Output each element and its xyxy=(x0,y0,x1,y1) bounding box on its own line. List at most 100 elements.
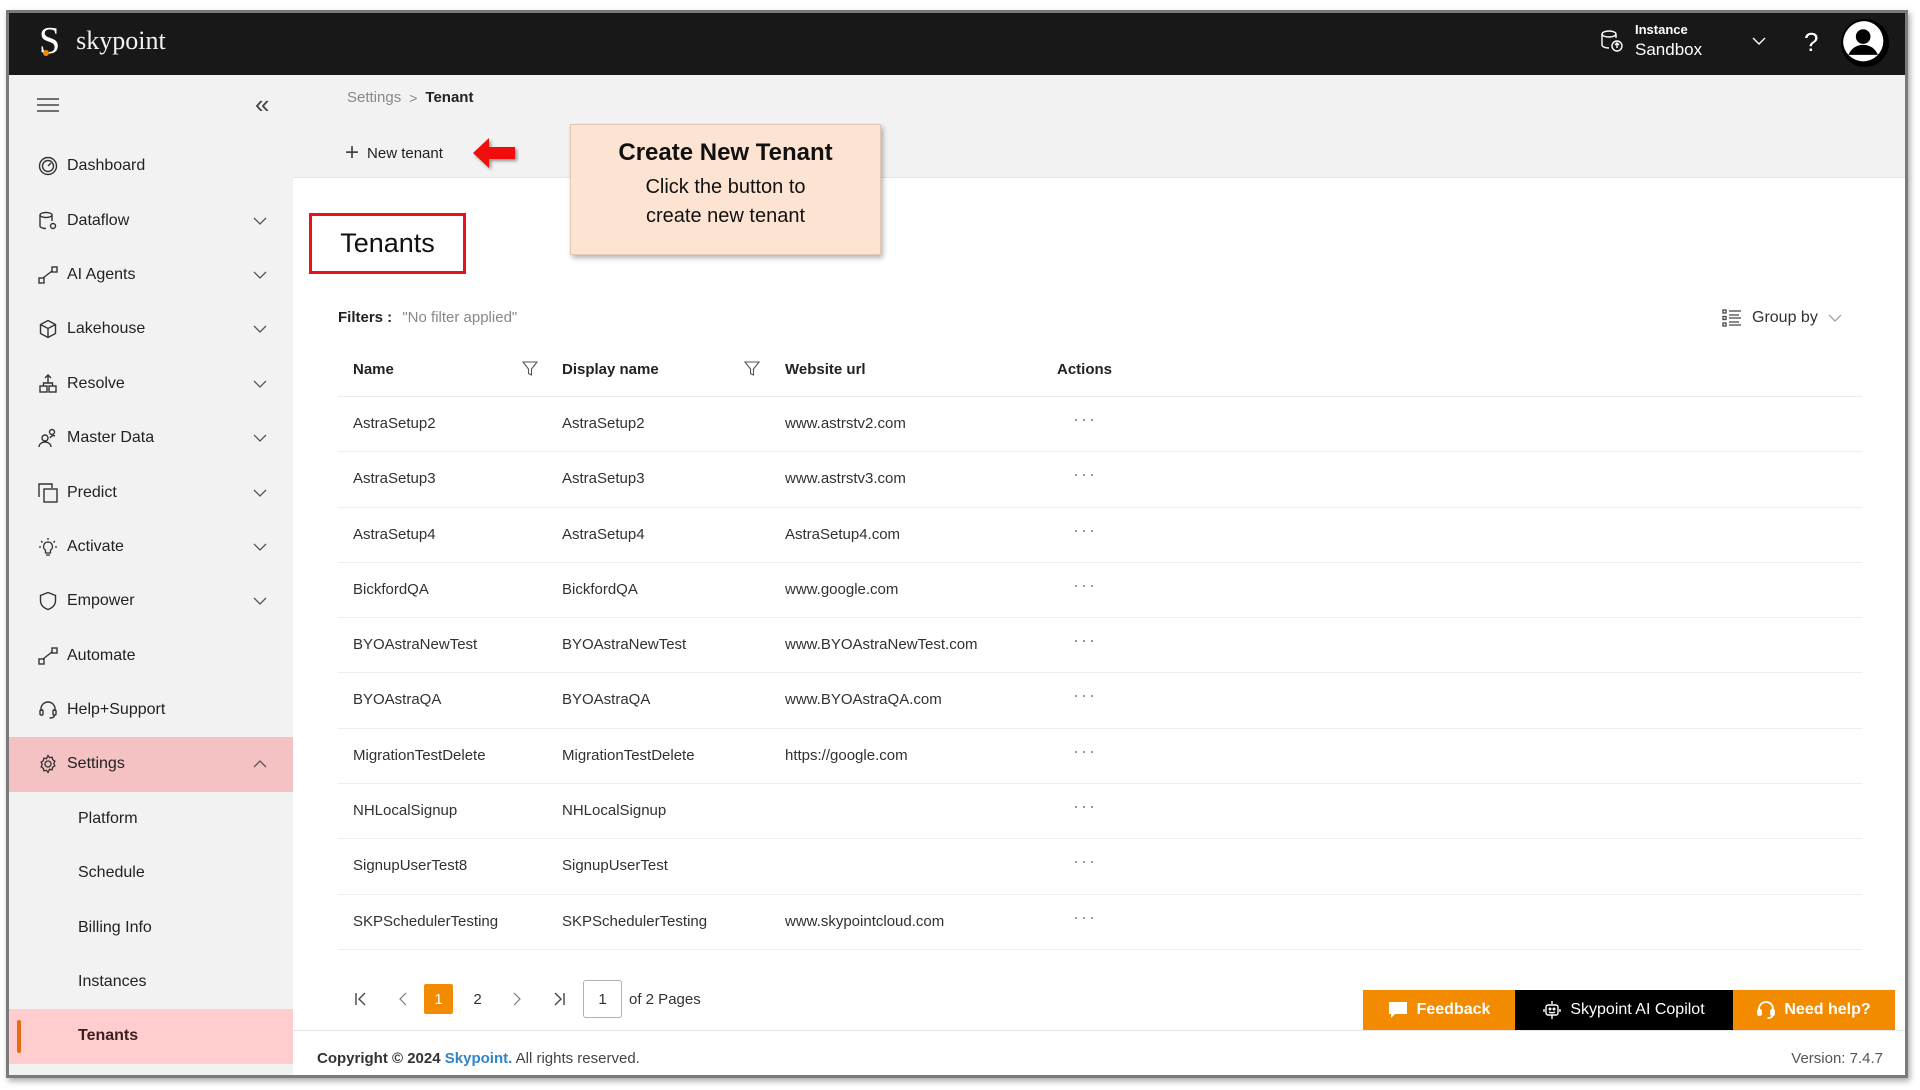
page-number-input[interactable]: 1 xyxy=(583,980,622,1018)
brand-name: skypoint xyxy=(76,26,166,55)
cell-name: BYOAstraQA xyxy=(353,691,442,709)
row-actions-menu-icon[interactable]: ··· xyxy=(1073,575,1097,596)
cell-display-name: SKPSchedulerTesting xyxy=(562,912,708,930)
row-actions-menu-icon[interactable]: ··· xyxy=(1073,409,1097,430)
sidebar-item-ai-agents[interactable]: AI Agents xyxy=(9,248,293,302)
sidebar: « Dashboard Dataflow AI Agents Lakehouse xyxy=(9,75,293,1075)
first-page-icon[interactable] xyxy=(345,984,377,1014)
row-actions-menu-icon[interactable]: ··· xyxy=(1073,907,1097,928)
cell-name: SKPSchedulerTesting xyxy=(353,912,499,930)
callout-title: Create New Tenant xyxy=(618,139,833,166)
cell-display-name: BYOAstraNewTest xyxy=(562,636,687,654)
chevron-down-icon[interactable] xyxy=(1749,31,1769,51)
table-row[interactable]: NHLocalSignup NHLocalSignup ··· xyxy=(338,784,1862,840)
filter-icon[interactable] xyxy=(744,361,760,377)
sidebar-subitem-platform[interactable]: Platform xyxy=(9,792,293,846)
callout-line-1: Click the button to xyxy=(645,176,806,198)
sidebar-item-label: Automate xyxy=(67,646,136,664)
previous-page-icon[interactable] xyxy=(387,984,419,1014)
filter-icon[interactable] xyxy=(522,361,538,377)
chevron-down-icon xyxy=(253,325,267,334)
chevron-down-icon xyxy=(253,271,267,279)
chevron-down-icon xyxy=(253,217,267,225)
instance-selector[interactable]: Instance Sandbox xyxy=(1599,21,1702,61)
pagination: 1 2 1 of 2 Pages xyxy=(345,980,701,1018)
sidebar-subitem-schedule[interactable]: Schedule xyxy=(9,846,293,900)
cell-website-url: www.google.com xyxy=(785,580,899,598)
sidebar-item-lakehouse[interactable]: Lakehouse xyxy=(9,302,293,356)
row-actions-menu-icon[interactable]: ··· xyxy=(1073,851,1097,872)
sidebar-item-dashboard[interactable]: Dashboard xyxy=(9,139,293,193)
hamburger-menu-icon[interactable] xyxy=(37,97,59,113)
collapse-sidebar-icon[interactable]: « xyxy=(255,89,269,120)
feedback-button[interactable]: Feedback xyxy=(1363,990,1515,1030)
dataflow-database-icon xyxy=(37,210,59,232)
chevron-down-icon xyxy=(253,434,267,443)
sidebar-item-label: Dashboard xyxy=(67,157,146,175)
sidebar-item-automate[interactable]: Automate xyxy=(9,629,293,683)
sidebar-subitem-instances[interactable]: Instances xyxy=(9,955,293,1009)
sidebar-item-help-support[interactable]: Help+Support xyxy=(9,683,293,737)
help-icon[interactable]: ? xyxy=(1804,27,1818,58)
table-row[interactable]: AstraSetup4 AstraSetup4 AstraSetup4.com ··· xyxy=(338,508,1862,563)
table-row[interactable]: BYOAstraNewTest BYOAstraNewTest www.BYOAst… xyxy=(338,618,1862,674)
table-row[interactable]: AstraSetup2 AstraSetup2 www.astrstv2.com ··… xyxy=(338,397,1862,453)
skypoint-link[interactable]: Skypoint. xyxy=(445,1050,513,1067)
sidebar-item-resolve[interactable]: Resolve xyxy=(9,357,293,411)
sidebar-item-master-data[interactable]: Master Data xyxy=(9,411,293,465)
user-avatar[interactable] xyxy=(1841,19,1889,67)
need-help-button[interactable]: Need help? xyxy=(1733,990,1895,1030)
group-list-icon xyxy=(1722,309,1741,327)
tenants-table: Name Display name Website url Actions As… xyxy=(338,341,1862,950)
sidebar-item-activate[interactable]: Activate xyxy=(9,520,293,574)
sidebar-subitem-label: Platform xyxy=(78,809,138,827)
row-actions-menu-icon[interactable]: ··· xyxy=(1073,685,1097,706)
next-page-icon[interactable] xyxy=(501,984,533,1014)
table-row[interactable]: MigrationTestDelete MigrationTestDelete ht… xyxy=(338,729,1862,785)
page-button-1[interactable]: 1 xyxy=(424,984,453,1014)
resolve-hierarchy-icon xyxy=(37,373,59,395)
breadcrumb: Settings > Tenant xyxy=(347,89,473,106)
table-row[interactable]: AstraSetup3 AstraSetup3 www.astrstv3.com ··… xyxy=(338,452,1862,508)
sidebar-subitem-label: Billing Info xyxy=(78,918,152,936)
cell-website-url: www.astrstv2.com xyxy=(785,415,906,432)
new-tenant-button[interactable]: + New tenant xyxy=(345,141,443,165)
group-by-label: Group by xyxy=(1752,309,1818,326)
group-by-dropdown[interactable]: Group by xyxy=(1722,308,1842,328)
user-icon xyxy=(1843,21,1884,62)
sidebar-item-empower[interactable]: Empower xyxy=(9,574,293,628)
cell-display-name: BYOAstraQA xyxy=(562,691,651,709)
column-header-name[interactable]: Name xyxy=(353,361,394,378)
robot-icon xyxy=(1543,1001,1562,1019)
breadcrumb-settings-link[interactable]: Settings xyxy=(347,89,401,106)
logo[interactable]: S skypoint xyxy=(39,21,166,61)
table-row[interactable]: BYOAstraQA BYOAstraQA www.BYOAstraQA.com ··… xyxy=(338,673,1862,729)
table-row[interactable]: BickfordQA BickfordQA www.google.com ··· xyxy=(338,563,1862,619)
table-row[interactable]: SKPSchedulerTesting SKPSchedulerTesting ww… xyxy=(338,895,1862,950)
sidebar-item-settings[interactable]: Settings xyxy=(9,737,293,792)
page-button-2[interactable]: 2 xyxy=(463,984,492,1014)
sidebar-subitem-label: Schedule xyxy=(78,864,145,882)
table-row[interactable]: SignupUserTest8 SignupUserTest ··· xyxy=(338,839,1862,895)
cell-name: NHLocalSignup xyxy=(353,802,458,820)
sidebar-item-predict[interactable]: Predict xyxy=(9,465,293,519)
row-actions-menu-icon[interactable]: ··· xyxy=(1073,796,1097,817)
row-actions-menu-icon[interactable]: ··· xyxy=(1073,464,1097,485)
row-actions-menu-icon[interactable]: ··· xyxy=(1073,741,1097,762)
sidebar-item-label: Master Data xyxy=(67,429,155,447)
column-header-display-name[interactable]: Display name xyxy=(562,361,659,378)
sidebar-subitem-tenants[interactable]: Tenants xyxy=(9,1009,293,1064)
ai-copilot-button[interactable]: Skypoint AI Copilot xyxy=(1515,990,1733,1030)
cell-website-url: AstraSetup4.com xyxy=(785,525,901,543)
table-header: Name Display name Website url Actions xyxy=(338,341,1862,397)
column-header-website-url[interactable]: Website url xyxy=(785,361,866,378)
automate-flow-icon xyxy=(37,645,59,667)
master-data-people-icon xyxy=(37,427,59,449)
row-actions-menu-icon[interactable]: ··· xyxy=(1073,520,1097,541)
sidebar-item-dataflow[interactable]: Dataflow xyxy=(9,193,293,247)
cell-name: BickfordQA xyxy=(353,580,429,598)
sidebar-subitem-billing-info[interactable]: Billing Info xyxy=(9,900,293,954)
row-actions-menu-icon[interactable]: ··· xyxy=(1073,630,1097,651)
last-page-icon[interactable] xyxy=(543,984,575,1014)
empower-shield-icon xyxy=(37,590,59,612)
